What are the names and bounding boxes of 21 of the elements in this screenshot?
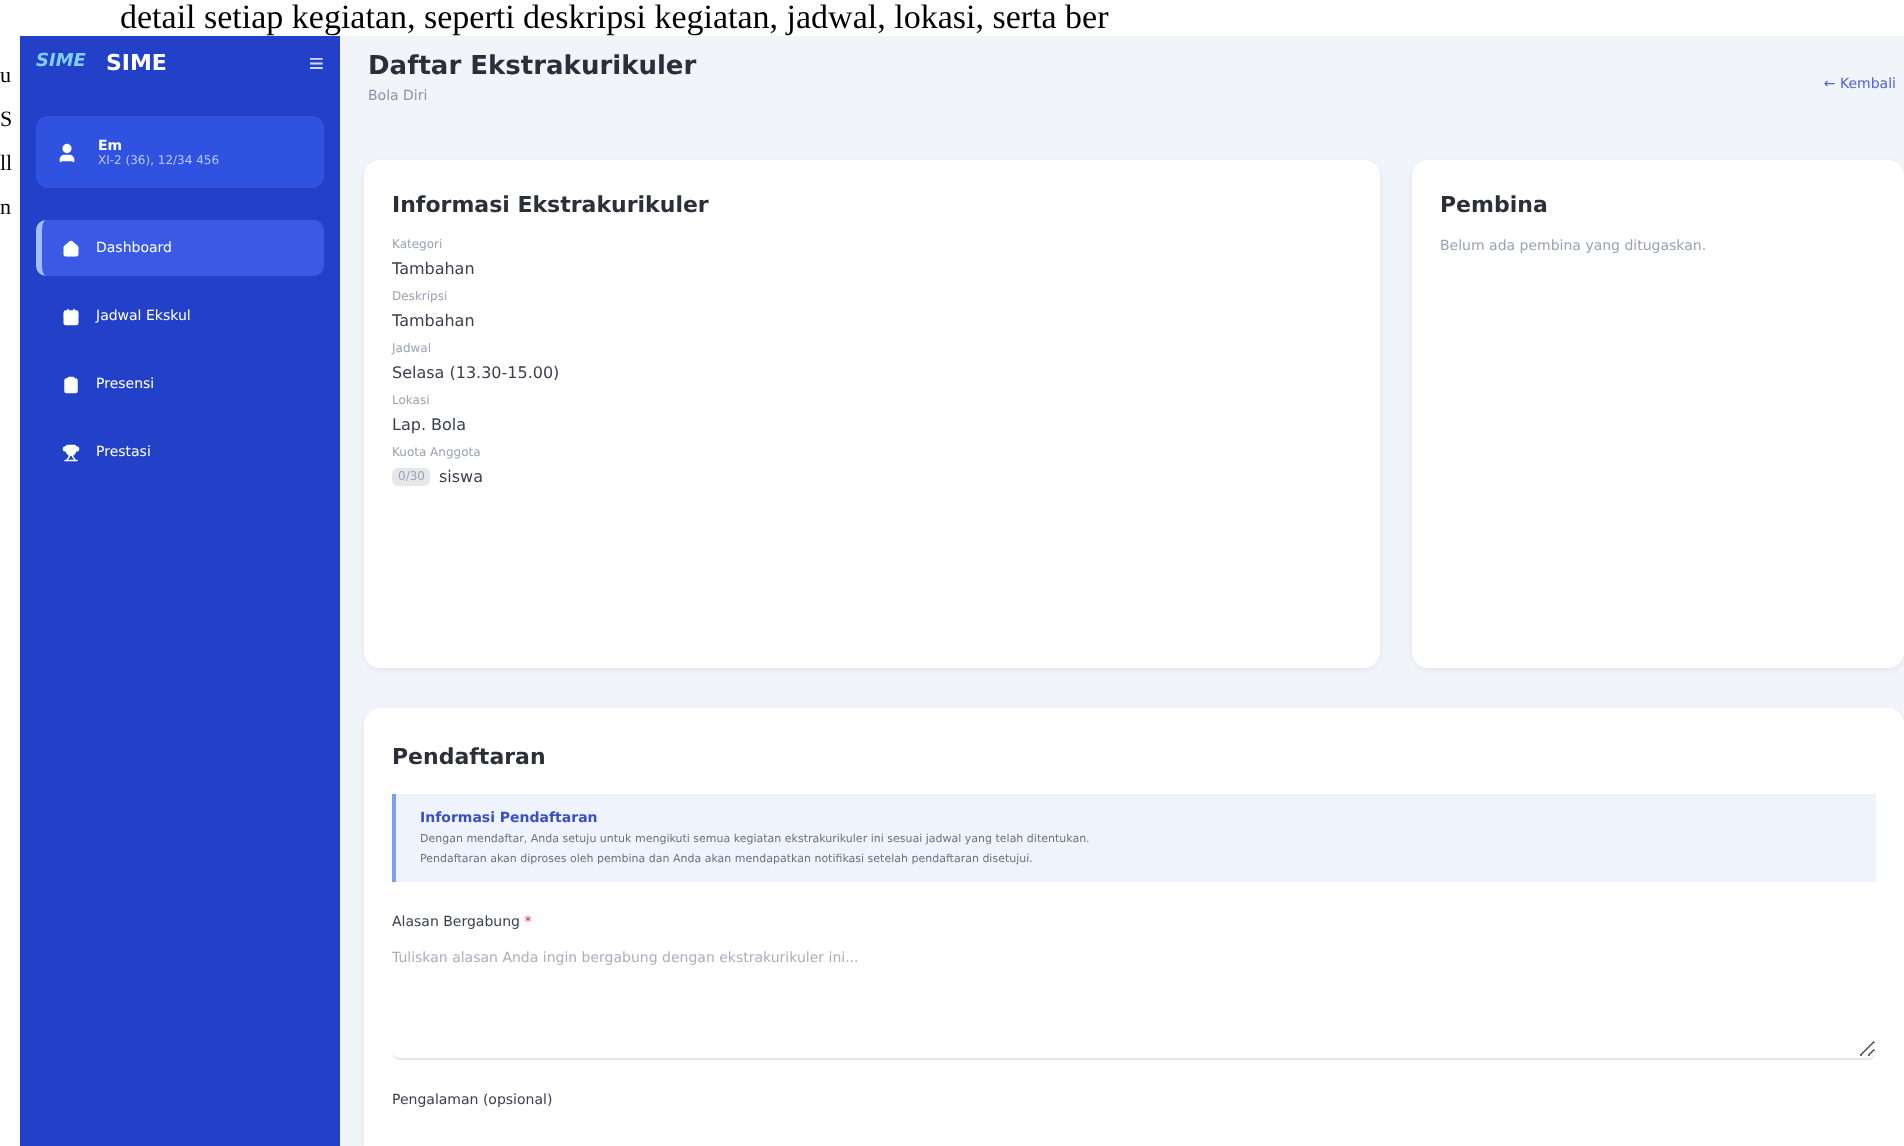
field-value: Lap. Bola xyxy=(392,416,467,434)
calendar-icon xyxy=(62,307,80,325)
logo: SIME xyxy=(36,52,86,72)
document-text: detail setiap kegiatan, seperti deskripsi kegiatan, jadwal, lokasi, serta ber xyxy=(118,0,1111,36)
card-title: Informasi Ekstrakurikuler xyxy=(392,192,711,218)
field-value: siswa xyxy=(438,468,483,486)
home-icon xyxy=(62,239,80,257)
field-value: Tambahan xyxy=(392,260,475,278)
card-title: Pendaftaran xyxy=(392,744,548,770)
field-value: Tambahan xyxy=(392,312,475,330)
card-title: Pembina xyxy=(1440,192,1550,218)
field-value: Selasa (13.30-15.00) xyxy=(392,364,560,382)
document-text: n xyxy=(0,196,13,220)
document-text: u xyxy=(0,64,13,88)
user-icon xyxy=(56,141,78,163)
brand-name: SIME xyxy=(105,49,169,75)
page-title: Daftar Ekstrakurikuler xyxy=(368,52,697,82)
menu-button[interactable]: ≡ xyxy=(308,47,324,77)
document-text: S xyxy=(0,108,15,132)
document-text: ll xyxy=(0,152,15,176)
trophy-icon xyxy=(62,443,80,461)
